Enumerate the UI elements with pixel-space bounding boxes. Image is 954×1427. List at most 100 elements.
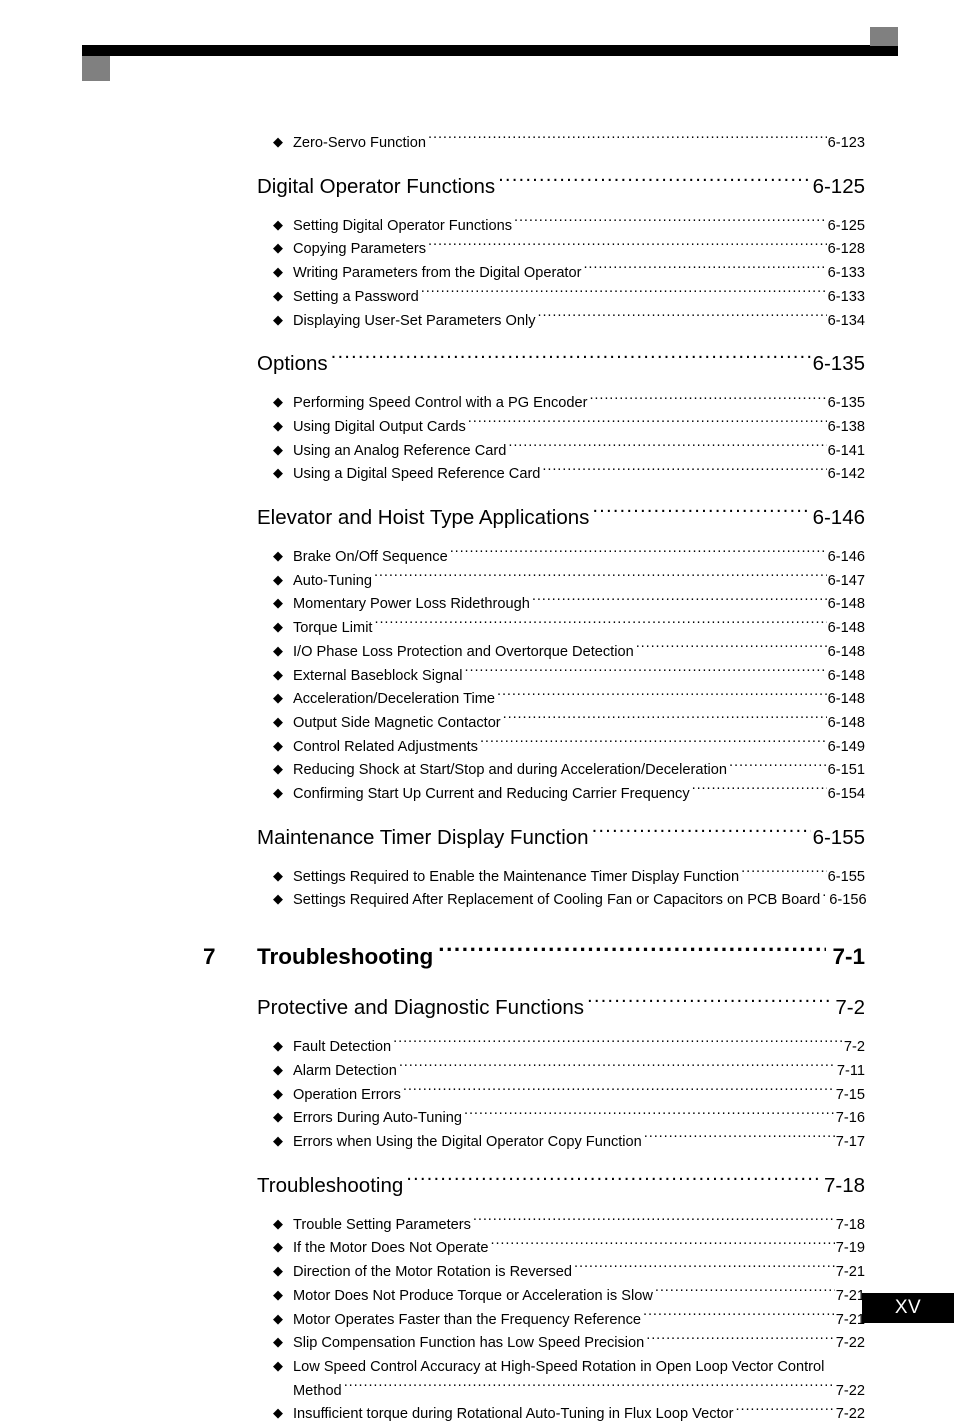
toc-entry[interactable]: ◆ I/O Phase Loss Protection and Overtorqu… (273, 641, 865, 665)
vertical-spacer (0, 536, 954, 546)
dot-leader (344, 1380, 835, 1395)
toc-entry[interactable]: ◆ Copying Parameters 6-128 (273, 238, 865, 262)
dot-leader (532, 594, 827, 609)
toc-entry[interactable]: ◆ Setting a Password 6-133 (273, 286, 865, 310)
diamond-bullet-icon: ◆ (273, 1132, 283, 1148)
toc-entry[interactable]: ◆ Using Digital Output Cards 6-138 (273, 416, 865, 440)
dot-leader (374, 570, 827, 585)
diamond-bullet-icon: ◆ (273, 1109, 283, 1125)
toc-page-number: 7-18 (835, 1216, 865, 1233)
toc-entry[interactable]: ◆ Errors During Auto-Tuning 7-16 (273, 1107, 865, 1131)
toc-page-number: 6-148 (827, 620, 865, 637)
toc-entry[interactable]: ◆ Acceleration/Deceleration Time 6-148 (273, 688, 865, 712)
toc-page-number: 7-16 (835, 1110, 865, 1127)
toc-page-number: 6-155 (812, 825, 865, 849)
toc-entry[interactable]: ◆ Momentary Power Loss Ridethrough 6-148 (273, 593, 865, 617)
toc-page-number: 6-133 (827, 288, 865, 305)
dot-leader (508, 440, 826, 455)
toc-entry[interactable]: ◆ Settings Required to Enable the Mainten… (273, 866, 865, 890)
diamond-bullet-icon: ◆ (273, 216, 283, 232)
dot-leader (393, 1037, 843, 1052)
toc-page-number: 6-148 (827, 596, 865, 613)
toc-entry-label: Using an Analog Reference Card (293, 442, 507, 459)
toc-entry[interactable]: ◆ Insufficient torque during Rotational A… (273, 1403, 865, 1427)
toc-entry[interactable]: ◆ Output Side Magnetic Contactor 6-148 (273, 712, 865, 736)
diamond-bullet-icon: ◆ (273, 737, 283, 753)
diamond-bullet-icon: ◆ (273, 1405, 283, 1421)
vertical-spacer (0, 913, 954, 937)
diamond-bullet-icon: ◆ (273, 240, 283, 256)
toc-entry-label: Reducing Shock at Start/Stop and during … (293, 762, 728, 779)
toc-entry[interactable]: ◆ Alarm Detection 7-11 (273, 1060, 865, 1084)
toc-entry-label: Motor Does Not Produce Torque or Acceler… (293, 1287, 653, 1304)
toc-entry[interactable]: ◆ Errors when Using the Digital Operator … (273, 1131, 865, 1155)
page-folio: XV (862, 1293, 954, 1323)
diamond-bullet-icon: ◆ (273, 134, 283, 149)
toc-entry[interactable]: ◆ Direction of the Motor Rotation is Reve… (273, 1261, 865, 1285)
toc-entry[interactable]: ◆ Motor Operates Faster than the Frequenc… (273, 1309, 865, 1333)
toc-entry[interactable]: ◆ Motor Does Not Produce Torque or Accele… (273, 1285, 865, 1309)
toc-page-number: 6-155 (827, 868, 865, 885)
toc-entry-label: Insufficient torque during Rotational Au… (293, 1406, 734, 1423)
toc-entry[interactable]: ◆ Slip Compensation Function has Low Spee… (273, 1332, 865, 1356)
vertical-spacer (0, 1155, 954, 1168)
dot-leader (421, 286, 827, 301)
toc-entry[interactable]: ◆ Brake On/Off Sequence 6-146 (273, 546, 865, 570)
toc-chapter[interactable]: 7 Troubleshooting 7-1 (203, 937, 865, 977)
dot-leader (692, 783, 827, 798)
toc-entry[interactable]: ◆ Confirming Start Up Current and Reducin… (273, 783, 865, 807)
header-square-left (82, 56, 110, 81)
toc-entry-label: Settings Required to Enable the Maintena… (293, 868, 740, 885)
diamond-bullet-icon: ◆ (273, 571, 283, 587)
toc-entry[interactable]: ◆ Using a Digital Speed Reference Card 6-1… (273, 463, 865, 487)
diamond-bullet-icon: ◆ (273, 642, 283, 658)
toc-entry[interactable]: ◆ Operation Errors 7-15 (273, 1084, 865, 1108)
toc-entry[interactable]: ◆ Fault Detection 7-2 (273, 1036, 865, 1060)
toc-entry-label: Performing Speed Control with a PG Encod… (293, 395, 588, 412)
dot-leader (592, 823, 811, 844)
toc-entry[interactable]: ◆ Settings Required After Replacement of … (273, 889, 867, 913)
toc-entry-label: Writing Parameters from the Digital Oper… (293, 265, 582, 282)
toc-entry[interactable]: ◆ Using an Analog Reference Card 6-141 (273, 440, 865, 464)
dot-leader (464, 1108, 835, 1123)
dot-leader (438, 942, 826, 965)
toc-entry[interactable]: ◆ Low Speed Control Accuracy at High-Spee… (273, 1356, 865, 1380)
toc-entry-label: Setting a Password (293, 288, 419, 305)
toc-section[interactable]: Digital Operator Functions 6-125 (257, 169, 865, 205)
toc-entry[interactable]: ◆ Writing Parameters from the Digital Ope… (273, 262, 865, 286)
table-of-contents: ◆ Zero-Servo Function 6-123 Digital Operato… (0, 132, 954, 1427)
vertical-spacer (0, 1026, 954, 1036)
dot-leader (468, 416, 827, 431)
toc-entry[interactable]: ◆ External Baseblock Signal 6-148 (273, 665, 865, 689)
toc-entry-label: Using Digital Output Cards (293, 418, 466, 435)
toc-entry[interactable]: ◆ Torque Limit 6-148 (273, 617, 865, 641)
toc-entry[interactable]: ◆ Trouble Setting Parameters 7-18 (273, 1214, 865, 1238)
toc-entry[interactable]: ◆ Setting Digital Operator Functions 6-125 (273, 215, 865, 239)
toc-section[interactable]: Elevator and Hoist Type Applications 6-14… (257, 500, 865, 536)
toc-entry-continuation[interactable]: Method 7-22 (293, 1380, 865, 1404)
vertical-spacer (0, 205, 954, 215)
dot-leader (574, 1262, 835, 1277)
toc-page-number: 6-123 (827, 135, 865, 151)
toc-page-number: 6-154 (827, 786, 865, 803)
toc-entry[interactable]: ◆ Performing Speed Control with a PG Enco… (273, 392, 865, 416)
toc-entry[interactable]: ◆ Displaying User-Set Parameters Only 6-13… (273, 310, 865, 334)
toc-section[interactable]: Maintenance Timer Display Function 6-155 (257, 820, 865, 856)
diamond-bullet-icon: ◆ (273, 761, 283, 777)
toc-page-number: 7-15 (835, 1086, 865, 1103)
toc-section[interactable]: Protective and Diagnostic Functions 7-2 (257, 990, 865, 1026)
dot-leader (490, 1238, 834, 1253)
toc-section[interactable]: Troubleshooting 7-18 (257, 1168, 865, 1204)
toc-section-label: Elevator and Hoist Type Applications (257, 506, 590, 530)
vertical-spacer (0, 856, 954, 866)
toc-entry[interactable]: ◆ Reducing Shock at Start/Stop and during… (273, 759, 865, 783)
toc-entry[interactable]: ◆ Control Related Adjustments 6-149 (273, 736, 865, 760)
toc-entry[interactable]: ◆ If the Motor Does Not Operate 7-19 (273, 1237, 865, 1261)
toc-section[interactable]: Options 6-135 (257, 346, 865, 382)
toc-entry-label: Displaying User-Set Parameters Only (293, 312, 536, 329)
toc-entry[interactable]: ◆ Zero-Servo Function 6-123 (273, 132, 865, 156)
toc-page-number: 7-21 (835, 1264, 865, 1281)
toc-entry[interactable]: ◆ Auto-Tuning 6-147 (273, 570, 865, 594)
dot-leader (643, 1309, 835, 1324)
dot-leader (473, 1214, 835, 1229)
